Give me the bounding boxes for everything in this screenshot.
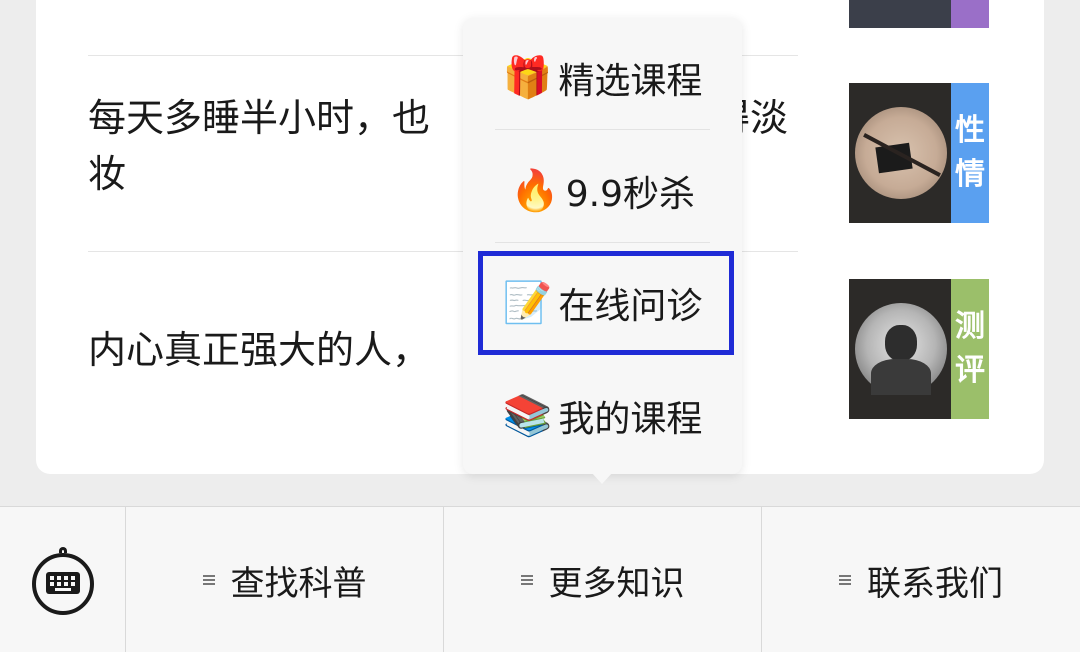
highlight-annotation-box [478, 251, 734, 355]
article-thumbnail[interactable]: 测 评 [849, 279, 989, 419]
fire-icon: 🔥 [509, 168, 560, 214]
tab-label: 联系我们 [867, 563, 1003, 604]
tab-label: 查找科普 [230, 563, 367, 604]
tag-char: 评 [955, 353, 985, 388]
popup-arrow [591, 472, 613, 484]
article-thumbnail[interactable]: 性 情 [849, 83, 989, 223]
tag-char: 性 [955, 113, 985, 148]
article-title-line2-text: 妆 [88, 152, 127, 196]
submenu-popup: 🎁 精选课程 🔥 9.9秒杀 📝 在线问诊 📚 我的课程 [463, 18, 742, 474]
bottom-menu-bar: 查找科普 更多知识 联系我们 [0, 506, 1080, 652]
brush-shape [863, 133, 941, 177]
keyboard-keys-shape [46, 572, 80, 594]
menu-item-my-courses[interactable]: 📚 我的课程 [463, 360, 742, 472]
tab-search-science[interactable]: 查找科普 [126, 507, 444, 652]
article-tag [951, 0, 989, 28]
category-tag: 性 情 [951, 83, 989, 223]
menu-lines-icon [520, 573, 535, 587]
tag-char: 情 [955, 157, 985, 192]
person-image [855, 303, 947, 395]
menu-separator [495, 242, 710, 243]
head-shape [885, 325, 917, 361]
menu-item-label: 我的课程 [558, 399, 703, 440]
tab-label: 更多知识 [548, 563, 685, 604]
menu-item-flash-sale[interactable]: 🔥 9.9秒杀 [463, 135, 742, 247]
books-icon: 📚 [502, 393, 553, 439]
keyboard-icon [32, 547, 94, 615]
category-tag: 测 评 [951, 279, 989, 419]
tab-contact-us[interactable]: 联系我们 [762, 507, 1080, 652]
menu-item-featured-courses[interactable]: 🎁 精选课程 [463, 22, 742, 134]
tab-more-knowledge[interactable]: 更多知识 [444, 507, 762, 652]
menu-item-label: 9.9秒杀 [565, 174, 696, 215]
gift-icon: 🎁 [502, 55, 553, 101]
article-title-text: 内心真正强大的人， [88, 328, 431, 372]
tag-char: 测 [955, 309, 985, 344]
menu-lines-icon [839, 573, 853, 587]
article-title-text: 每天多睡半小时，也 [88, 96, 431, 140]
keyboard-toggle-button[interactable] [0, 507, 126, 652]
makeup-image [855, 107, 947, 199]
menu-lines-icon [202, 573, 217, 587]
menu-item-label: 精选课程 [558, 61, 703, 102]
keyboard-icon-nub [59, 547, 67, 553]
menu-separator [495, 129, 710, 130]
body-shape [871, 359, 931, 395]
